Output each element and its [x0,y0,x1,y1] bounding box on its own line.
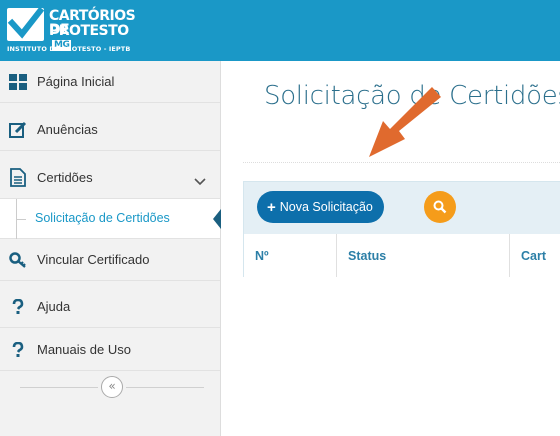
collapse-sidebar-button[interactable]: « [101,376,123,398]
column-header-numero[interactable]: Nº [244,234,337,277]
sidebar-item-label: Vincular Certificado [37,252,150,267]
sidebar-item-pagina-inicial[interactable]: Página Inicial [0,61,220,103]
active-indicator [213,209,221,229]
search-icon [433,200,447,214]
title-divider [243,162,560,163]
sidebar: Página Inicial Anuências Certidões Solic… [0,61,221,436]
sidebar-item-label: Anuências [37,122,98,137]
checkmark-icon [7,8,44,41]
new-request-label: Nova Solicitação [279,200,373,214]
sidebar-item-ajuda[interactable]: Ajuda [0,286,220,328]
table-header: Nº Status Cart [244,234,560,277]
panel-toolbar: + Nova Solicitação [244,182,560,234]
search-button[interactable] [424,191,456,223]
new-request-button[interactable]: + Nova Solicitação [257,191,384,223]
sidebar-item-label: Manuais de Uso [37,342,131,357]
requests-panel: + Nova Solicitação Nº Status Cart [243,181,560,277]
grid-icon [9,73,27,91]
sidebar-item-anuencias[interactable]: Anuências [0,109,220,151]
top-bar: CARTÓRIOS DE PROTESTOMG INSTITUTO DE PRO… [0,0,560,61]
edit-icon [9,121,27,139]
sidebar-collapse-row: « [0,372,220,404]
divider [20,387,98,388]
sidebar-subitem-label: Solicitação de Certidões [35,211,170,225]
key-icon [9,251,27,269]
sidebar-item-label: Ajuda [37,299,71,314]
column-header-status[interactable]: Status [337,234,510,277]
brand-logo[interactable]: CARTÓRIOS DE PROTESTOMG INSTITUTO DE PRO… [5,5,136,57]
sidebar-item-label: Página Inicial [37,74,115,89]
annotation-arrow-icon [369,87,441,157]
sidebar-item-label: Certidões [37,170,93,185]
question-icon [9,298,27,316]
chevron-down-icon [194,171,206,190]
main-content: Solicitação de Certidões + Nova Solicita… [221,61,560,436]
tree-tick [16,219,26,220]
column-header-cartorio[interactable]: Cart [510,234,560,277]
brand-line3: INSTITUTO DE PROTESTO - IEPTB [7,45,131,53]
question-icon [9,341,27,359]
divider [126,387,204,388]
document-icon [9,168,27,187]
sidebar-item-vincular-certificado[interactable]: Vincular Certificado [0,239,220,281]
sidebar-item-certidoes[interactable]: Certidões [0,157,220,199]
plus-icon: + [267,198,276,216]
sidebar-item-manuais[interactable]: Manuais de Uso [0,329,220,371]
sidebar-subitem-solicitacao[interactable]: Solicitação de Certidões [0,199,221,239]
